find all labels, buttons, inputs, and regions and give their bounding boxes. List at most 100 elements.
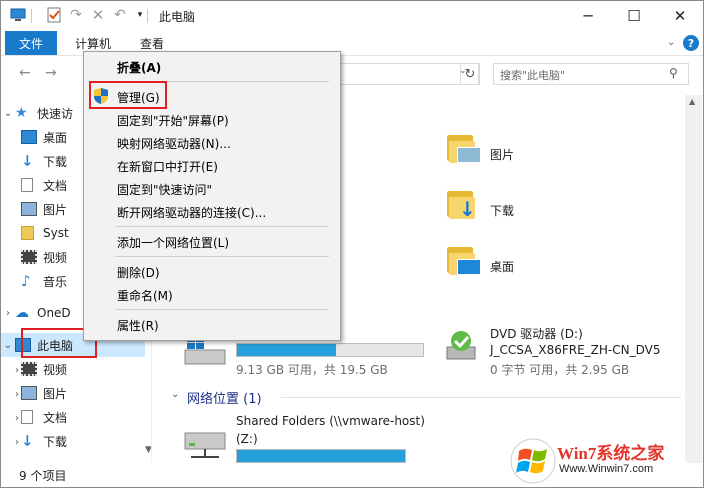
nav-label: OneD [37, 306, 71, 320]
video-icon [21, 250, 37, 264]
address-bar[interactable] [339, 63, 479, 85]
folder-downloads-icon[interactable]: ↓ [447, 189, 476, 221]
desktop-icon [21, 130, 37, 144]
folder-pictures-icon[interactable] [447, 133, 481, 163]
folder-icon [21, 226, 34, 240]
nav-label: 视频 [43, 250, 68, 265]
cloud-icon: ☁ [15, 305, 29, 321]
usage-fill [237, 344, 336, 356]
nav-label: 音乐 [43, 274, 68, 289]
menu-separator [115, 309, 329, 310]
nav-label: Syst [43, 226, 69, 240]
nav-label: 文档 [43, 178, 68, 193]
nav-label: 桌面 [43, 130, 68, 145]
maximize-button[interactable]: ☐ [611, 1, 657, 31]
menu-item-open-new-window[interactable]: 在新窗口中打开(E) [117, 158, 218, 175]
nav-label: 视频 [43, 362, 68, 377]
download-arrow-icon: ↓ [21, 152, 34, 170]
tab-view[interactable]: 查看 [140, 35, 164, 52]
watermark-brand: Win7系统之家 [557, 444, 665, 463]
chevron-right-icon[interactable]: › [1, 308, 15, 319]
menu-item-disconnect-drive[interactable]: 断开网络驱动器的连接(C)... [117, 204, 266, 221]
help-icon[interactable]: ? [683, 35, 699, 51]
chevron-right-icon[interactable]: › [15, 365, 19, 376]
document-icon [21, 178, 33, 192]
refresh-icon[interactable]: ↻ [460, 63, 480, 85]
chevron-down-icon[interactable]: ⌄ [667, 37, 675, 48]
picture-icon [21, 386, 37, 400]
menu-item-properties[interactable]: 属性(R) [117, 317, 159, 334]
folder-label[interactable]: 桌面 [490, 258, 514, 275]
nav-pc-pictures[interactable]: 图片 [1, 381, 145, 405]
forward-arrow-icon[interactable]: → [45, 65, 57, 81]
chevron-down-icon[interactable]: ⌄ [1, 340, 15, 351]
redo-arrow-icon[interactable]: ↷ [67, 6, 85, 24]
dvd-volume: J_CCSA_X86FRE_ZH-CN_DV5 [490, 343, 661, 357]
nav-label: 下载 [43, 154, 68, 169]
dvd-drive-icon[interactable] [445, 327, 477, 361]
dvd-free-text: 0 字节 可用，共 2.95 GB [490, 363, 630, 377]
delete-x-icon[interactable]: ✕ [89, 6, 107, 24]
chevron-right-icon[interactable]: › [15, 389, 19, 400]
highlight-box [89, 81, 167, 109]
nav-pc-downloads[interactable]: ↓ 下载 [1, 429, 145, 453]
chevron-right-icon[interactable]: › [15, 413, 19, 424]
network-drive-icon[interactable] [183, 429, 227, 459]
folder-label[interactable]: 图片 [490, 146, 514, 163]
folder-label[interactable]: 下载 [490, 202, 514, 219]
dvd-name[interactable]: DVD 驱动器 (D:) [490, 325, 583, 342]
properties-icon[interactable] [45, 6, 63, 24]
folder-desktop-icon[interactable] [447, 245, 481, 275]
menu-item-delete[interactable]: 删除(D) [117, 264, 160, 281]
search-icon[interactable]: ⚲ [669, 66, 678, 80]
nav-label: 图片 [43, 386, 68, 401]
computer-icon [9, 6, 27, 24]
tab-file[interactable]: 文件 [5, 31, 57, 55]
tab-computer[interactable]: 计算机 [75, 35, 111, 52]
nav-label: 图片 [43, 202, 68, 217]
chevron-down-icon[interactable]: ⌄ [1, 108, 15, 119]
chevron-down-icon[interactable]: ⌄ [171, 389, 179, 400]
drive-c-free-text: 9.13 GB 可用，共 19.5 GB [236, 363, 388, 377]
document-icon [21, 410, 33, 424]
chevron-right-icon[interactable]: › [15, 437, 19, 448]
network-section-header[interactable]: 网络位置 (1) [187, 388, 262, 407]
undo-icon[interactable]: ↶ [111, 6, 129, 24]
nav-label: 下载 [43, 434, 68, 449]
divider [31, 9, 32, 23]
menu-item-collapse[interactable]: 折叠(A) [117, 59, 161, 76]
video-icon [21, 362, 37, 376]
minimize-button[interactable]: ─ [565, 1, 611, 31]
usage-fill [237, 450, 405, 462]
item-count: 9 个项目 [19, 469, 67, 483]
menu-item-map-drive[interactable]: 映射网络驱动器(N)... [117, 135, 231, 152]
section-divider [281, 397, 681, 398]
back-arrow-icon[interactable]: ← [19, 65, 31, 81]
picture-icon [21, 202, 37, 216]
share-name[interactable]: Shared Folders (\\vmware-host) [236, 414, 425, 428]
menu-item-rename[interactable]: 重命名(M) [117, 287, 173, 304]
menu-separator [115, 226, 329, 227]
menu-item-pin-quick-access[interactable]: 固定到"快速访问" [117, 181, 212, 198]
nav-label: 文档 [43, 410, 68, 425]
search-input[interactable]: 搜索"此电脑" [493, 63, 689, 85]
watermark-url: Www.Winwin7.com [559, 463, 654, 475]
scroll-up-icon[interactable]: ▲ [689, 97, 695, 106]
close-button[interactable]: ✕ [657, 1, 703, 31]
drive-c-usage-bar [236, 343, 424, 357]
menu-separator [115, 256, 329, 257]
share-usage-bar [236, 449, 406, 463]
window-title: 此电脑 [159, 10, 196, 24]
menu-item-pin-start[interactable]: 固定到"开始"屏幕(P) [117, 112, 229, 129]
vertical-scrollbar[interactable] [685, 95, 702, 463]
divider [147, 9, 148, 23]
nav-label: 快速访 [37, 106, 74, 121]
share-drive: (Z:) [236, 432, 258, 446]
explorer-window: ↷ ✕ ↶ ▾ 此电脑 ─ ☐ ✕ 文件 计算机 查看 ⌄ ? ← → ⌄ ↻ … [0, 0, 704, 488]
music-icon: ♪ [21, 272, 31, 290]
star-icon: ★ [15, 104, 28, 121]
nav-pc-videos[interactable]: 视频 [1, 357, 145, 381]
nav-pc-documents[interactable]: 文档 [1, 405, 145, 429]
download-arrow-icon: ↓ [21, 432, 34, 450]
menu-item-add-network-location[interactable]: 添加一个网络位置(L) [117, 234, 229, 251]
